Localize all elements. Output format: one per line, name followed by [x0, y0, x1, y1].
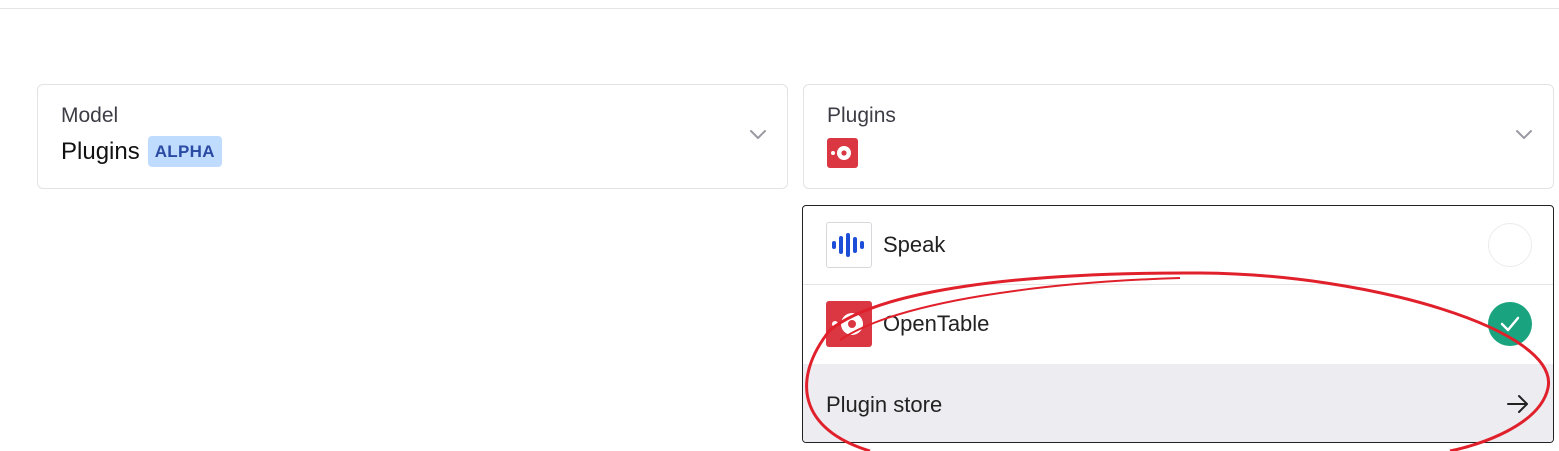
plugin-option-label: Speak	[883, 232, 946, 257]
plugin-option-label: OpenTable	[883, 311, 990, 336]
checkmark-icon	[1500, 316, 1520, 332]
opentable-icon	[827, 138, 858, 168]
chevron-down-icon	[1516, 130, 1532, 139]
plugin-store-label: Plugin store	[826, 392, 943, 417]
arrow-right-icon	[1507, 395, 1528, 413]
opentable-icon	[826, 301, 872, 347]
plugins-selector[interactable]: Plugins	[803, 84, 1554, 189]
speak-icon	[826, 222, 872, 268]
alpha-badge: ALPHA	[147, 136, 222, 167]
model-selector[interactable]: Model Plugins ALPHA	[37, 84, 788, 189]
chevron-down-icon	[750, 130, 766, 139]
model-name: Plugins	[61, 137, 140, 165]
model-label: Model	[61, 104, 119, 127]
plugins-label: Plugins	[827, 104, 896, 127]
plugin-toggle-off[interactable]	[1488, 223, 1532, 267]
plugins-dropdown: Speak OpenTable Plugin store	[802, 205, 1554, 443]
model-value: Plugins ALPHA	[61, 136, 222, 167]
plugin-option-speak[interactable]: Speak	[803, 206, 1553, 285]
plugin-option-opentable[interactable]: OpenTable	[803, 285, 1553, 364]
top-divider	[0, 8, 1559, 9]
plugin-toggle-on[interactable]	[1488, 302, 1532, 346]
plugin-store-link[interactable]: Plugin store	[803, 364, 1553, 442]
